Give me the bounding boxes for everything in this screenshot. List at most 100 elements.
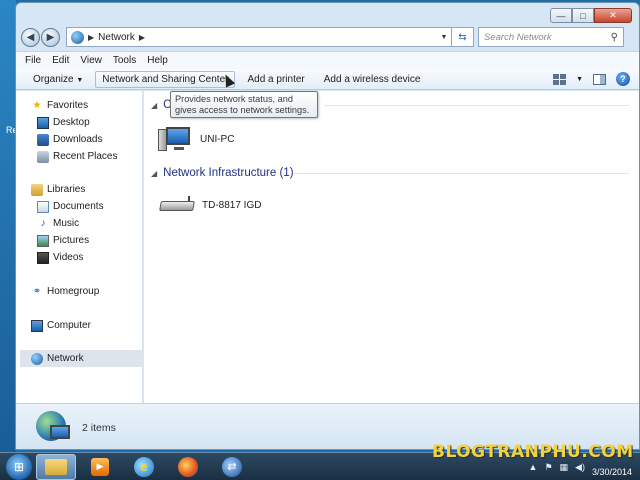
menu-view[interactable]: View [80, 55, 102, 66]
group-divider [294, 173, 629, 174]
refresh-button[interactable]: ⇆ [452, 27, 474, 47]
tray-overflow-icon[interactable]: ▲ [529, 462, 538, 472]
close-button[interactable]: ✕ [594, 8, 632, 23]
tooltip: Provides network status, and gives acces… [170, 91, 318, 118]
menu-edit[interactable]: Edit [52, 55, 69, 66]
firefox-icon [178, 456, 198, 477]
group-divider [324, 105, 629, 106]
collapse-triangle-icon[interactable]: ◢ [151, 169, 157, 178]
address-bar[interactable]: ▶ Network ▶ ▼ [66, 27, 452, 47]
group-header-label: Network Infrastructure (1) [163, 167, 294, 179]
menu-file[interactable]: File [25, 55, 41, 66]
nav-pictures[interactable]: Pictures [37, 232, 89, 249]
nav-libraries[interactable]: Libraries [31, 181, 85, 198]
group-header-network-infrastructure[interactable]: ◢ Network Infrastructure (1) [151, 165, 294, 181]
internet-explorer-icon: e [134, 456, 154, 477]
nav-documents[interactable]: Documents [37, 198, 104, 215]
start-button[interactable]: ⊞ [6, 453, 32, 480]
nav-computer[interactable]: Computer [31, 317, 91, 334]
item-count: 2 items [82, 421, 116, 434]
add-printer-button[interactable]: Add a printer [240, 71, 311, 88]
nav-favorites[interactable]: ★ Favorites [31, 97, 89, 114]
network-tray-icon[interactable]: ▦ [560, 462, 569, 473]
nav-label: Pictures [53, 235, 90, 246]
computer-icon [31, 319, 43, 332]
forward-button[interactable]: ▶ [41, 27, 60, 47]
music-icon: ♪ [40, 218, 46, 229]
back-arrow-icon: ◀ [26, 31, 35, 43]
taskbar-internet-explorer[interactable]: e [124, 454, 164, 480]
collapse-triangle-icon[interactable]: ◢ [151, 101, 157, 110]
item-td-8817-igd[interactable]: TD-8817 IGD [159, 196, 262, 214]
menu-tools[interactable]: Tools [113, 55, 136, 66]
menu-help[interactable]: Help [147, 55, 168, 66]
minimize-button[interactable]: — [550, 8, 572, 23]
nav-label: Videos [53, 252, 84, 263]
nav-label: Network [47, 353, 84, 364]
nav-label: Libraries [47, 184, 86, 195]
nav-network[interactable]: Network [20, 350, 143, 367]
watermark: BLOGTRANPHU.COM [432, 442, 634, 462]
nav-videos[interactable]: Videos [37, 249, 83, 266]
content-pane: ◢ C UNI-PC ◢ Network Infrastructure (1) TD… [144, 91, 639, 403]
nav-desktop[interactable]: Desktop [37, 114, 90, 131]
documents-icon [37, 200, 49, 213]
breadcrumb-arrow-icon[interactable]: ▶ [88, 33, 94, 42]
refresh-icon: ⇆ [458, 31, 467, 43]
command-bar: Organize ▼ Network and Sharing Center Ad… [16, 69, 639, 90]
nav-label: Computer [47, 320, 91, 331]
item-uni-pc[interactable]: UNI-PC [158, 125, 234, 153]
search-placeholder: Search Network [484, 31, 552, 43]
search-icon[interactable]: ⚲ [611, 32, 618, 43]
search-input[interactable]: Search Network ⚲ [478, 27, 624, 47]
forward-arrow-icon: ▶ [46, 31, 55, 43]
breadcrumb-arrow-icon[interactable]: ▶ [139, 33, 145, 42]
chevron-down-icon: ▼ [76, 76, 84, 84]
maximize-button[interactable]: □ [572, 8, 594, 23]
windows-logo-icon: ⊞ [13, 459, 25, 474]
nav-music[interactable]: ♪ Music [37, 215, 80, 232]
volume-icon[interactable]: ◀) [575, 462, 585, 473]
taskbar-teamviewer[interactable]: ⇄ [212, 454, 252, 480]
nav-label: Homegroup [47, 286, 100, 297]
nav-label: Documents [53, 201, 104, 212]
videos-icon [37, 251, 49, 264]
desktop-background [0, 0, 16, 452]
back-button[interactable]: ◀ [21, 27, 40, 47]
taskbar-explorer[interactable] [36, 453, 76, 480]
help-icon[interactable]: ? [616, 72, 630, 86]
preview-pane-icon[interactable] [593, 73, 606, 85]
clock[interactable]: 3/30/2014 [592, 467, 632, 477]
address-row: ◀ ▶ ▶ Network ▶ ▼ ⇆ Search Network ⚲ [21, 25, 634, 49]
item-label: UNI-PC [200, 133, 235, 145]
network-icon [71, 30, 84, 44]
change-view-icon[interactable] [553, 73, 567, 85]
address-dropdown-icon[interactable]: ▼ [437, 34, 451, 41]
network-sharing-center-button[interactable]: Network and Sharing Center [95, 70, 236, 88]
nav-downloads[interactable]: Downloads [37, 131, 102, 148]
network-large-icon [36, 410, 70, 445]
media-player-icon: ▶ [91, 457, 109, 476]
item-label: TD-8817 IGD [202, 199, 262, 211]
nav-recent-places[interactable]: Recent Places [37, 148, 117, 165]
taskbar-firefox[interactable] [168, 454, 208, 480]
router-icon [159, 196, 196, 214]
nav-homegroup[interactable]: ⚭ Homegroup [31, 283, 99, 300]
explorer-window: — □ ✕ ◀ ▶ ▶ Network ▶ ▼ ⇆ Search Network… [15, 2, 640, 450]
view-options-chevron-icon[interactable]: ▼ [576, 76, 583, 83]
computer-icon [158, 125, 192, 153]
command-bar-right: ▼ ? [553, 72, 639, 86]
pictures-icon [37, 234, 49, 247]
organize-button[interactable]: Organize ▼ [26, 71, 90, 88]
recent-places-icon [37, 150, 49, 163]
nav-label: Desktop [53, 117, 90, 128]
folder-icon [45, 458, 67, 475]
organize-label: Organize [33, 73, 74, 85]
group-header-computer[interactable]: ◢ C [151, 97, 171, 113]
action-center-flag-icon[interactable]: ⚑ [544, 462, 552, 473]
taskbar-media-player[interactable]: ▶ [80, 454, 120, 480]
desktop-icon [37, 116, 49, 129]
breadcrumb-network[interactable]: Network [98, 32, 135, 43]
add-wireless-device-button[interactable]: Add a wireless device [317, 71, 428, 88]
nav-label: Recent Places [53, 151, 118, 162]
